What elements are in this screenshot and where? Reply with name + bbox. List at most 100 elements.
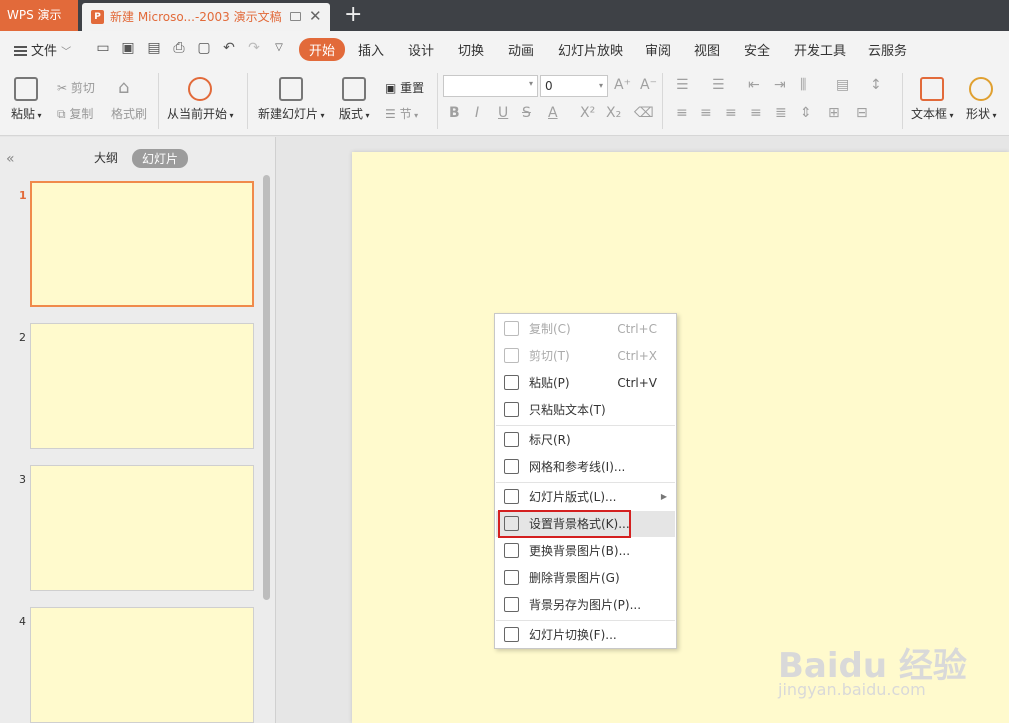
strikethrough-icon[interactable]: S bbox=[522, 105, 531, 121]
ribbon-divider bbox=[662, 73, 663, 129]
tab-review[interactable]: 审阅 bbox=[645, 40, 671, 59]
align-right-icon[interactable]: ≡ bbox=[725, 105, 737, 121]
slide-thumbnail-1[interactable] bbox=[30, 181, 254, 307]
superscript-icon[interactable]: X² bbox=[580, 105, 595, 121]
tab-slideshow[interactable]: 幻灯片放映 bbox=[558, 40, 623, 59]
export-pdf-icon[interactable]: ▤ bbox=[146, 40, 162, 56]
align-left-icon[interactable]: ≡ bbox=[676, 105, 688, 121]
undo-icon[interactable]: ↶ bbox=[221, 40, 237, 56]
font-size-value: 0 bbox=[545, 79, 553, 93]
tab-view[interactable]: 视图 bbox=[694, 40, 720, 59]
app-tab[interactable]: WPS 演示 bbox=[0, 0, 78, 31]
decrease-indent-icon[interactable]: ⇤ bbox=[748, 77, 760, 93]
open-icon[interactable]: ▭ bbox=[95, 40, 111, 56]
save-background-icon bbox=[504, 597, 519, 612]
tab-animations[interactable]: 动画 bbox=[508, 40, 534, 59]
tab-insert[interactable]: 插入 bbox=[358, 40, 384, 59]
paste-button[interactable]: 粘贴 ▾ bbox=[11, 77, 42, 122]
slide-number: 1 bbox=[19, 189, 27, 202]
menu-item-slide-transition[interactable]: 幻灯片切换(F)... bbox=[496, 622, 675, 648]
tab-design[interactable]: 设计 bbox=[408, 40, 434, 59]
line-spacing-icon[interactable]: ↕ bbox=[870, 77, 882, 93]
menu-bar: 文件 ﹀ ▭ ▣ ▤ ⎙ ▢ ↶ ↷ ▽ 开始 插入 设计 切换 动画 幻灯片放… bbox=[0, 31, 1009, 67]
tab-home[interactable]: 开始 bbox=[299, 38, 346, 61]
bullet-list-icon[interactable]: ☰ bbox=[676, 77, 689, 93]
menu-item-label: 删除背景图片(G) bbox=[529, 571, 620, 585]
shape-button[interactable]: 形状 ▾ bbox=[966, 77, 997, 122]
tab-security[interactable]: 安全 bbox=[744, 40, 770, 59]
menu-item-label: 幻灯片切换(F)... bbox=[529, 628, 617, 642]
menu-item-change-background[interactable]: 更换背景图片(B)... bbox=[496, 538, 675, 564]
paragraph-spacing-icon[interactable]: ⇕ bbox=[800, 105, 812, 121]
format-painter-button[interactable]: 格式刷 bbox=[111, 105, 147, 122]
columns-icon[interactable]: ▤ bbox=[836, 77, 849, 93]
menu-item-shortcut: Ctrl+V bbox=[617, 376, 657, 390]
distribute-icon[interactable]: ≣ bbox=[775, 105, 787, 121]
text-box-button[interactable]: 文本框 ▾ bbox=[911, 77, 954, 122]
menu-item-label: 粘贴(P) bbox=[529, 376, 570, 390]
vertical-align-icon[interactable]: ⊞ bbox=[828, 105, 840, 121]
menu-item-copy[interactable]: 复制(C) Ctrl+C bbox=[496, 316, 675, 342]
menu-item-grid-guides[interactable]: 网格和参考线(I)... bbox=[496, 454, 675, 480]
tab-transitions[interactable]: 切换 bbox=[458, 40, 484, 59]
layout-label: 版式 bbox=[339, 107, 364, 121]
menu-item-save-background[interactable]: 背景另存为图片(P)... bbox=[496, 592, 675, 618]
slide-thumbnail-2[interactable] bbox=[30, 323, 254, 449]
new-slide-button[interactable]: 新建幻灯片 ▾ bbox=[258, 77, 325, 122]
slide-thumbnail-4[interactable] bbox=[30, 607, 254, 723]
customize-toolbar-icon[interactable]: ▽ bbox=[271, 40, 287, 56]
align-center-icon[interactable]: ≡ bbox=[700, 105, 712, 121]
menu-item-paste-text-only[interactable]: 只粘贴文本(T) bbox=[496, 397, 675, 423]
play-from-current-button[interactable]: 从当前开始 ▾ bbox=[167, 77, 234, 122]
numbered-list-icon[interactable]: ☰ bbox=[712, 77, 725, 93]
shape-label: 形状 bbox=[966, 107, 991, 121]
pane-scrollbar[interactable] bbox=[263, 175, 270, 600]
print-preview-icon[interactable]: ▢ bbox=[196, 40, 212, 56]
tab-slides[interactable]: 幻灯片 bbox=[132, 149, 189, 168]
paste-icon bbox=[504, 375, 519, 390]
layout-button[interactable]: 版式 ▾ bbox=[339, 77, 370, 122]
menu-item-slide-layout[interactable]: 幻灯片版式(L)... ▶ bbox=[496, 484, 675, 510]
reset-icon: ▣ bbox=[385, 81, 401, 95]
tab-float-icon[interactable] bbox=[290, 12, 301, 21]
italic-icon[interactable]: I bbox=[475, 105, 479, 121]
collapse-pane-icon[interactable]: « bbox=[6, 151, 15, 167]
paragraph-settings-icon[interactable]: ⊟ bbox=[856, 105, 868, 121]
underline-icon[interactable]: U bbox=[498, 105, 508, 121]
redo-icon[interactable]: ↷ bbox=[246, 40, 262, 56]
print-icon[interactable]: ⎙ bbox=[171, 40, 187, 56]
tab-developer[interactable]: 开发工具 bbox=[794, 40, 846, 59]
font-size-select[interactable]: 0 ▾ bbox=[540, 75, 608, 97]
save-icon[interactable]: ▣ bbox=[120, 40, 136, 56]
new-tab-button[interactable]: + bbox=[344, 3, 362, 27]
increase-indent-icon[interactable]: ⇥ bbox=[774, 77, 786, 93]
document-tab[interactable]: P 新建 Microso...-2003 演示文稿 ✕ bbox=[82, 3, 330, 31]
bold-icon[interactable]: B bbox=[449, 105, 460, 121]
increase-font-icon[interactable]: A⁺ bbox=[614, 77, 631, 93]
chevron-down-icon: ﹀ bbox=[61, 47, 72, 58]
shape-icon bbox=[969, 77, 994, 101]
decrease-font-icon[interactable]: A⁻ bbox=[640, 77, 657, 93]
tab-cloud[interactable]: 云服务 bbox=[868, 40, 907, 59]
clear-format-icon[interactable]: ⌫ bbox=[634, 105, 654, 121]
font-family-select[interactable]: ▾ bbox=[443, 75, 538, 97]
reset-label: 重置 bbox=[400, 81, 425, 95]
tab-outline[interactable]: 大纲 bbox=[94, 149, 118, 166]
close-tab-icon[interactable]: ✕ bbox=[309, 7, 322, 25]
cut-button[interactable]: ✂ 剪切 bbox=[57, 79, 95, 96]
copy-button[interactable]: ⧉ 复制 bbox=[57, 105, 93, 122]
file-menu[interactable]: 文件 ﹀ bbox=[14, 40, 71, 59]
menu-item-delete-background[interactable]: 删除背景图片(G) bbox=[496, 565, 675, 591]
menu-item-ruler[interactable]: 标尺(R) bbox=[496, 427, 675, 453]
slide-thumbnail-3[interactable] bbox=[30, 465, 254, 591]
reset-button[interactable]: ▣ 重置 bbox=[385, 79, 424, 96]
change-background-icon bbox=[504, 543, 519, 558]
text-direction-icon[interactable]: ⫼ bbox=[800, 77, 806, 93]
menu-item-paste[interactable]: 粘贴(P) Ctrl+V bbox=[496, 370, 675, 396]
section-label: 节 bbox=[399, 107, 412, 121]
menu-item-cut[interactable]: 剪切(T) Ctrl+X bbox=[496, 343, 675, 369]
subscript-icon[interactable]: X₂ bbox=[606, 105, 621, 121]
font-color-icon[interactable]: A bbox=[548, 105, 558, 121]
section-button[interactable]: ☰ 节 ▾ bbox=[385, 105, 418, 122]
justify-icon[interactable]: ≡ bbox=[750, 105, 762, 121]
